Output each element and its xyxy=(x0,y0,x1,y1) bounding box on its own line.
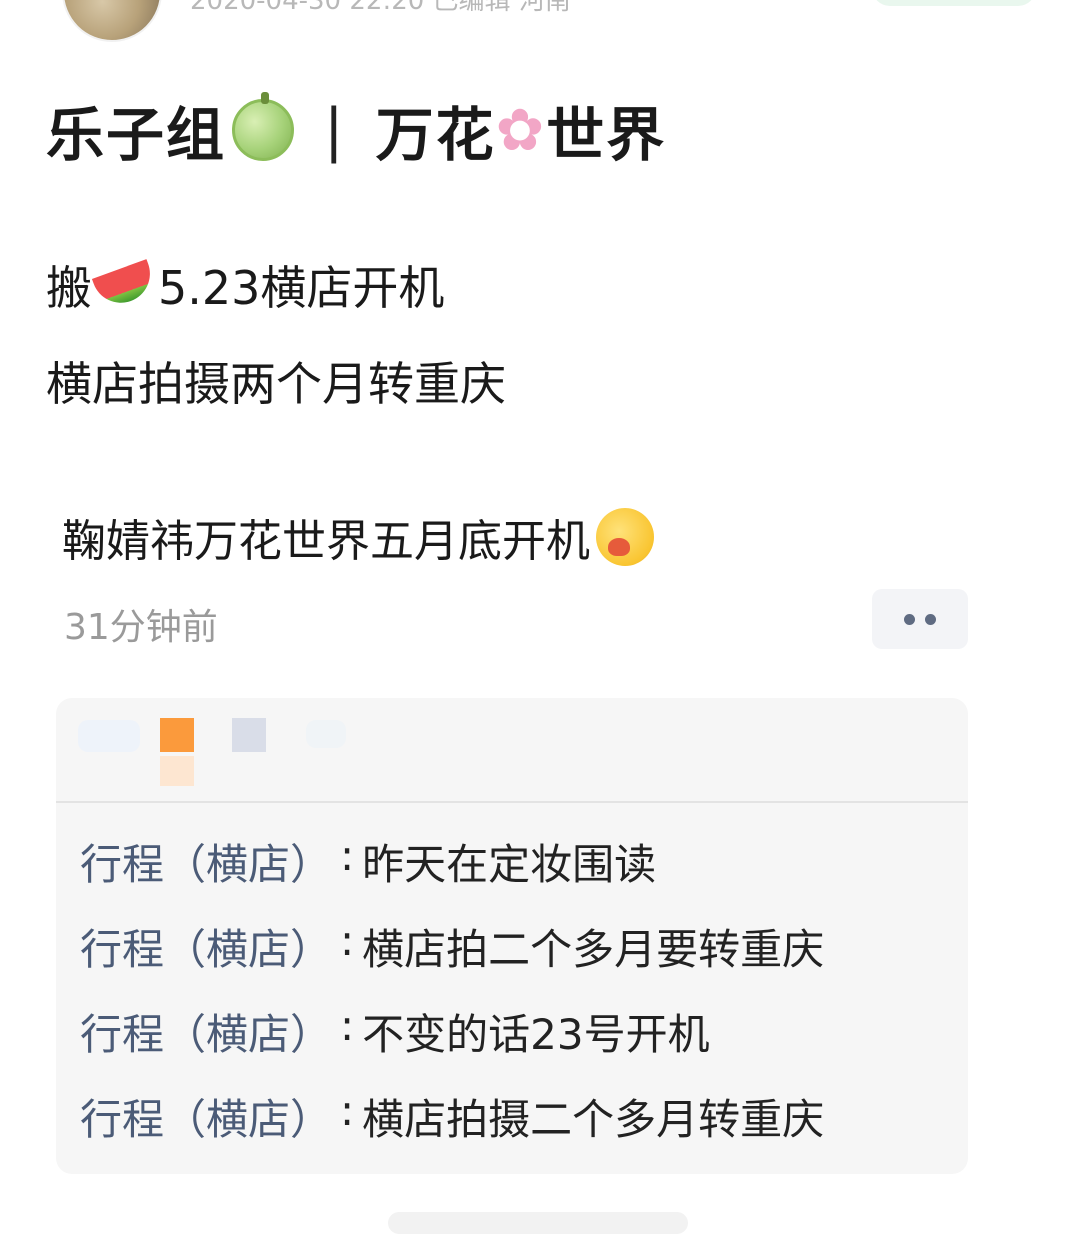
row-colon: : xyxy=(340,1086,355,1135)
orange-square-icon xyxy=(160,718,194,752)
list-item: 行程（横店） : 横店拍二个多月要转重庆 xyxy=(56,916,968,1001)
list-item: 行程（横店） : 横店拍摄二个多月转重庆 xyxy=(56,1086,968,1171)
title-mid: 万花 xyxy=(375,101,496,169)
row-colon: : xyxy=(340,916,355,965)
post-title: 乐子组 | 万花 ✿ 世界 xyxy=(46,88,666,172)
melon-icon xyxy=(232,92,295,161)
row-label[interactable]: 行程（横店） xyxy=(80,831,332,892)
more-dots-icon xyxy=(925,613,936,625)
row-label[interactable]: 行程（横店） xyxy=(80,916,332,977)
row-text: 不变的话23号开机 xyxy=(362,1010,710,1059)
cherry-blossom-icon: ✿ xyxy=(495,96,547,164)
orange-fade-icon xyxy=(160,756,194,786)
row-label[interactable]: 行程（横店） xyxy=(80,1001,332,1062)
more-button[interactable] xyxy=(872,589,968,649)
list-item: 行程（横店） : 昨天在定妆围读 xyxy=(56,831,968,916)
row-text: 横店拍摄二个多月转重庆 xyxy=(362,1095,825,1144)
row-text: 横店拍二个多月要转重庆 xyxy=(362,925,825,974)
comment-card[interactable]: 行程（横店） : 昨天在定妆围读 行程（横店） : 横店拍二个多月要转重庆 行程… xyxy=(56,698,968,1174)
comment-rows: 行程（横店） : 昨天在定妆围读 行程（横店） : 横店拍二个多月要转重庆 行程… xyxy=(56,803,968,1171)
watermelon-icon xyxy=(91,259,159,311)
list-item: 行程（横店） : 不变的话23号开机 xyxy=(56,1001,968,1086)
eating-face-icon xyxy=(596,508,654,566)
quoted-main-text: 鞠婧祎万花世界五月底开机 xyxy=(62,516,590,567)
row-label[interactable]: 行程（横店） xyxy=(80,1086,332,1147)
grey-square-icon xyxy=(232,718,266,752)
post-line-1: 搬 5.23横店开机 xyxy=(46,252,444,318)
title-left: 乐子组 xyxy=(46,101,227,169)
more-dots-icon xyxy=(904,613,915,625)
row-text: 昨天在定妆围读 xyxy=(362,840,657,889)
title-right: 世界 xyxy=(546,101,667,169)
bottom-blurred-text xyxy=(388,1212,688,1234)
avatar[interactable] xyxy=(62,0,162,42)
row-colon: : xyxy=(340,831,355,880)
card-header xyxy=(56,698,968,803)
follow-button[interactable] xyxy=(872,0,1036,6)
post-time: 31分钟前 xyxy=(64,607,218,648)
post-meta: 2020-04-30 22:20 已编辑 河南 xyxy=(190,0,571,16)
line1-suffix: 5.23横店开机 xyxy=(158,261,445,315)
line1-prefix: 搬 xyxy=(46,261,92,315)
quoted-post-text: 鞠婧祎万花世界五月底开机 xyxy=(62,505,654,569)
blurred-avatar xyxy=(78,720,140,752)
title-separator: | xyxy=(324,96,346,164)
row-colon: : xyxy=(340,1001,355,1050)
post-line-2: 横店拍摄两个月转重庆 xyxy=(46,357,506,411)
blurred-name xyxy=(306,720,346,748)
